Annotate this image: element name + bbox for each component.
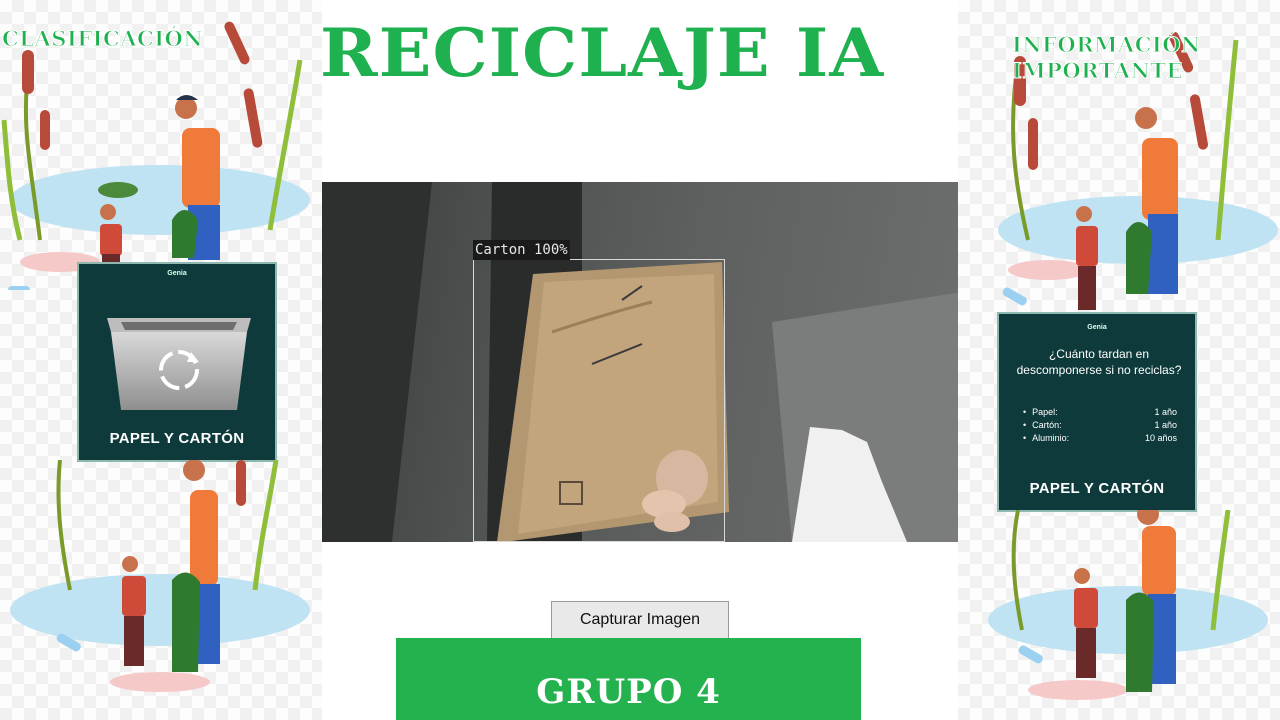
camera-feed: Carton 100% xyxy=(322,182,962,542)
info-card-brand: Genia xyxy=(1087,324,1107,331)
info-heading-line1: INFORMACIÓN xyxy=(1012,32,1201,58)
detection-bounding-box xyxy=(473,259,725,542)
group-banner: GRUPO 4 xyxy=(396,638,861,720)
decomposition-item: Aluminio:10 años xyxy=(1021,432,1177,445)
recycling-family-illustration-bottom-right xyxy=(988,510,1268,700)
decomposition-list: Papel:1 año Cartón:1 año Aluminio:10 año… xyxy=(1021,406,1177,445)
info-card: Genia ¿Cuánto tardan en descomponerse si… xyxy=(997,312,1197,512)
card-category-label: PAPEL Y CARTÓN xyxy=(109,430,245,447)
info-heading: INFORMACIÓN IMPORTANTE xyxy=(1012,32,1201,84)
decomposition-item: Papel:1 año xyxy=(1021,406,1177,419)
info-card-category-label: PAPEL Y CARTÓN xyxy=(1029,480,1165,497)
left-panel: CLASIFICACIÓN Genia PAPEL Y CARTÓN xyxy=(0,0,322,720)
decomposition-item: Cartón:1 año xyxy=(1021,419,1177,432)
classification-heading: CLASIFICACIÓN xyxy=(1,26,204,52)
classification-card: Genia PAPEL Y CARTÓN xyxy=(77,262,277,462)
info-heading-line2: IMPORTANTE xyxy=(1012,58,1183,84)
info-card-question: ¿Cuánto tardan en descomponerse si no re… xyxy=(1016,347,1182,377)
recycle-bin-icon xyxy=(107,318,251,410)
page-title: RECICLAJE IA xyxy=(320,14,885,92)
right-panel: INFORMACIÓN IMPORTANTE Genia ¿Cuánto tar… xyxy=(958,0,1280,720)
recycling-family-illustration-bottom xyxy=(10,460,310,692)
detection-label: Carton 100% xyxy=(473,240,570,260)
card-brand: Genia xyxy=(167,270,187,277)
group-label: GRUPO 4 xyxy=(536,672,721,712)
capture-image-button[interactable]: Capturar Imagen xyxy=(551,601,729,639)
